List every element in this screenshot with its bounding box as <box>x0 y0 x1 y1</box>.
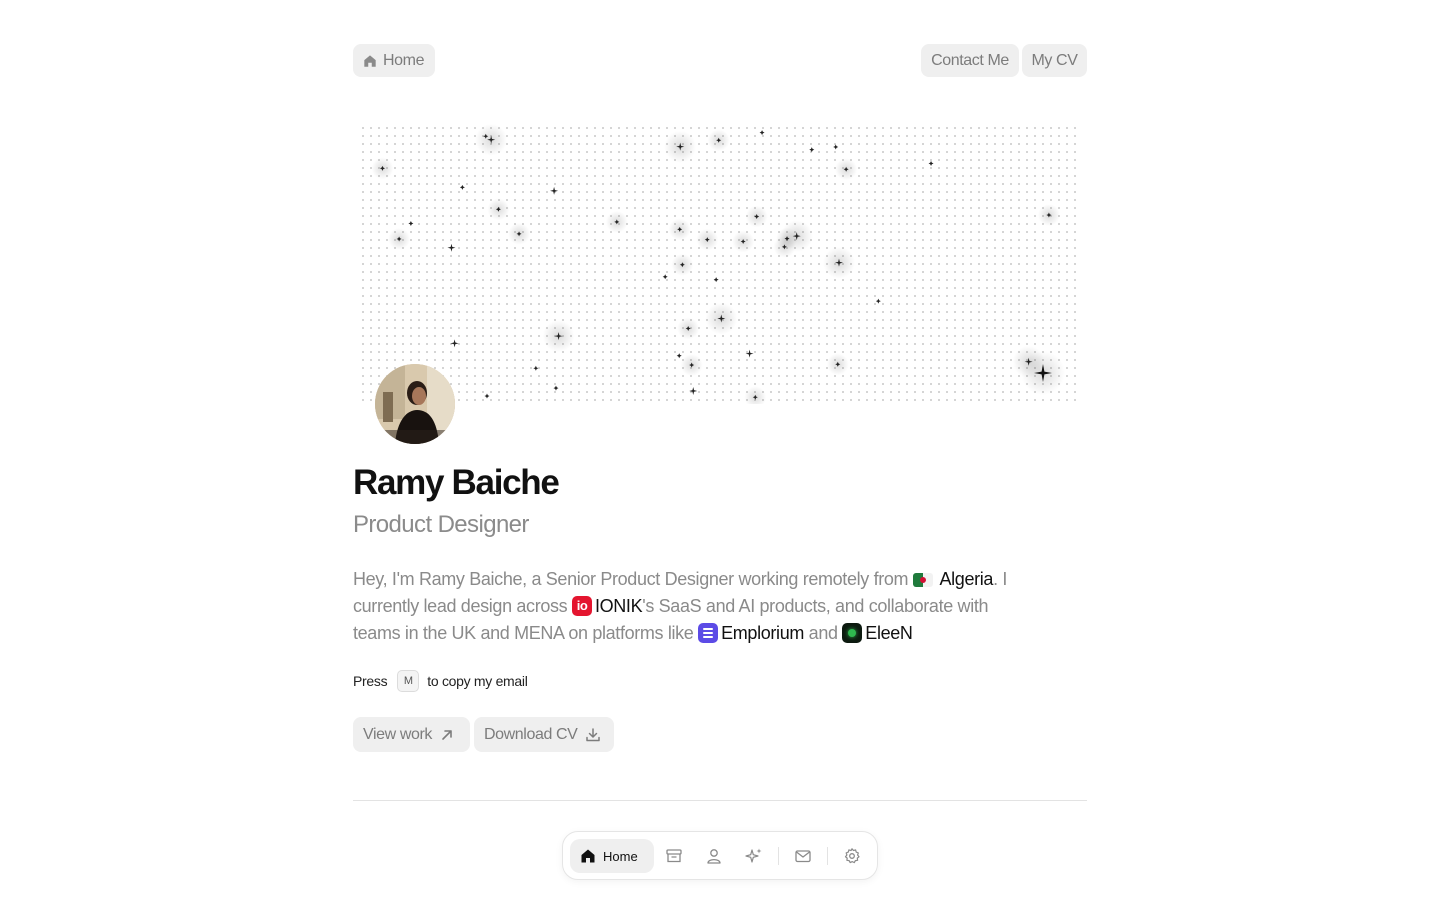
eleen-link[interactable]: EleeN <box>865 623 913 643</box>
avatar <box>375 364 455 444</box>
emplorium-link[interactable]: Emplorium <box>721 623 804 643</box>
bio-paragraph: Hey, I'm Ramy Baiche, a Senior Product D… <box>353 566 1013 647</box>
dock-contact-button[interactable] <box>791 844 815 868</box>
dock-archive-button[interactable] <box>662 844 686 868</box>
contact-me-button[interactable]: Contact Me <box>921 44 1019 77</box>
bio-and: and <box>808 623 838 643</box>
home-icon <box>581 849 595 863</box>
hero-starfield <box>359 122 1087 404</box>
nav-home-label: Home <box>383 51 425 69</box>
dock-ai-button[interactable] <box>742 844 766 868</box>
dock-home-label: Home <box>603 848 638 864</box>
top-nav: Home Contact Me My CV <box>353 44 1087 77</box>
mail-icon <box>795 850 811 863</box>
dock-home-button[interactable]: Home <box>570 839 654 873</box>
dot-grid <box>362 123 1076 404</box>
home-icon <box>364 54 376 67</box>
ionik-link[interactable]: IONIK <box>595 596 643 616</box>
archive-icon <box>666 849 682 863</box>
email-shortcut-hint: Press M to copy my email <box>353 670 528 692</box>
download-icon <box>586 727 601 741</box>
bottom-dock: Home <box>562 831 878 880</box>
user-icon <box>707 849 721 864</box>
algeria-flag-icon <box>912 573 933 587</box>
algeria-link[interactable]: Algeria <box>940 569 994 589</box>
emplorium-logo-icon <box>698 623 719 643</box>
arrow-up-right-icon <box>442 729 452 740</box>
keyboard-key-m: M <box>397 670 420 692</box>
dock-separator <box>778 847 779 865</box>
page: Home Contact Me My CV Ramy Baiche Produc… <box>353 0 1087 900</box>
view-work-button[interactable]: View work <box>353 717 470 752</box>
download-cv-label: Download CV <box>484 725 578 743</box>
eleen-logo-icon <box>842 623 863 643</box>
hint-rest: to copy my email <box>427 673 528 689</box>
profile-role: Product Designer <box>353 511 529 538</box>
sparkles-icon <box>745 848 762 863</box>
download-cv-button[interactable]: Download CV <box>474 717 614 752</box>
profile-name: Ramy Baiche <box>353 463 560 502</box>
dock-separator <box>827 847 828 865</box>
hint-press: Press <box>353 673 388 689</box>
gear-icon <box>844 848 860 864</box>
dock-settings-button[interactable] <box>840 844 864 868</box>
section-divider <box>353 800 1087 801</box>
bio-text-1: Hey, I'm Ramy Baiche, a Senior Product D… <box>353 569 909 589</box>
view-work-label: View work <box>363 725 433 743</box>
ionik-logo-icon: io <box>571 596 592 616</box>
nav-home-button[interactable]: Home <box>353 44 435 77</box>
my-cv-button[interactable]: My CV <box>1022 44 1087 77</box>
dock-about-button[interactable] <box>702 844 726 868</box>
